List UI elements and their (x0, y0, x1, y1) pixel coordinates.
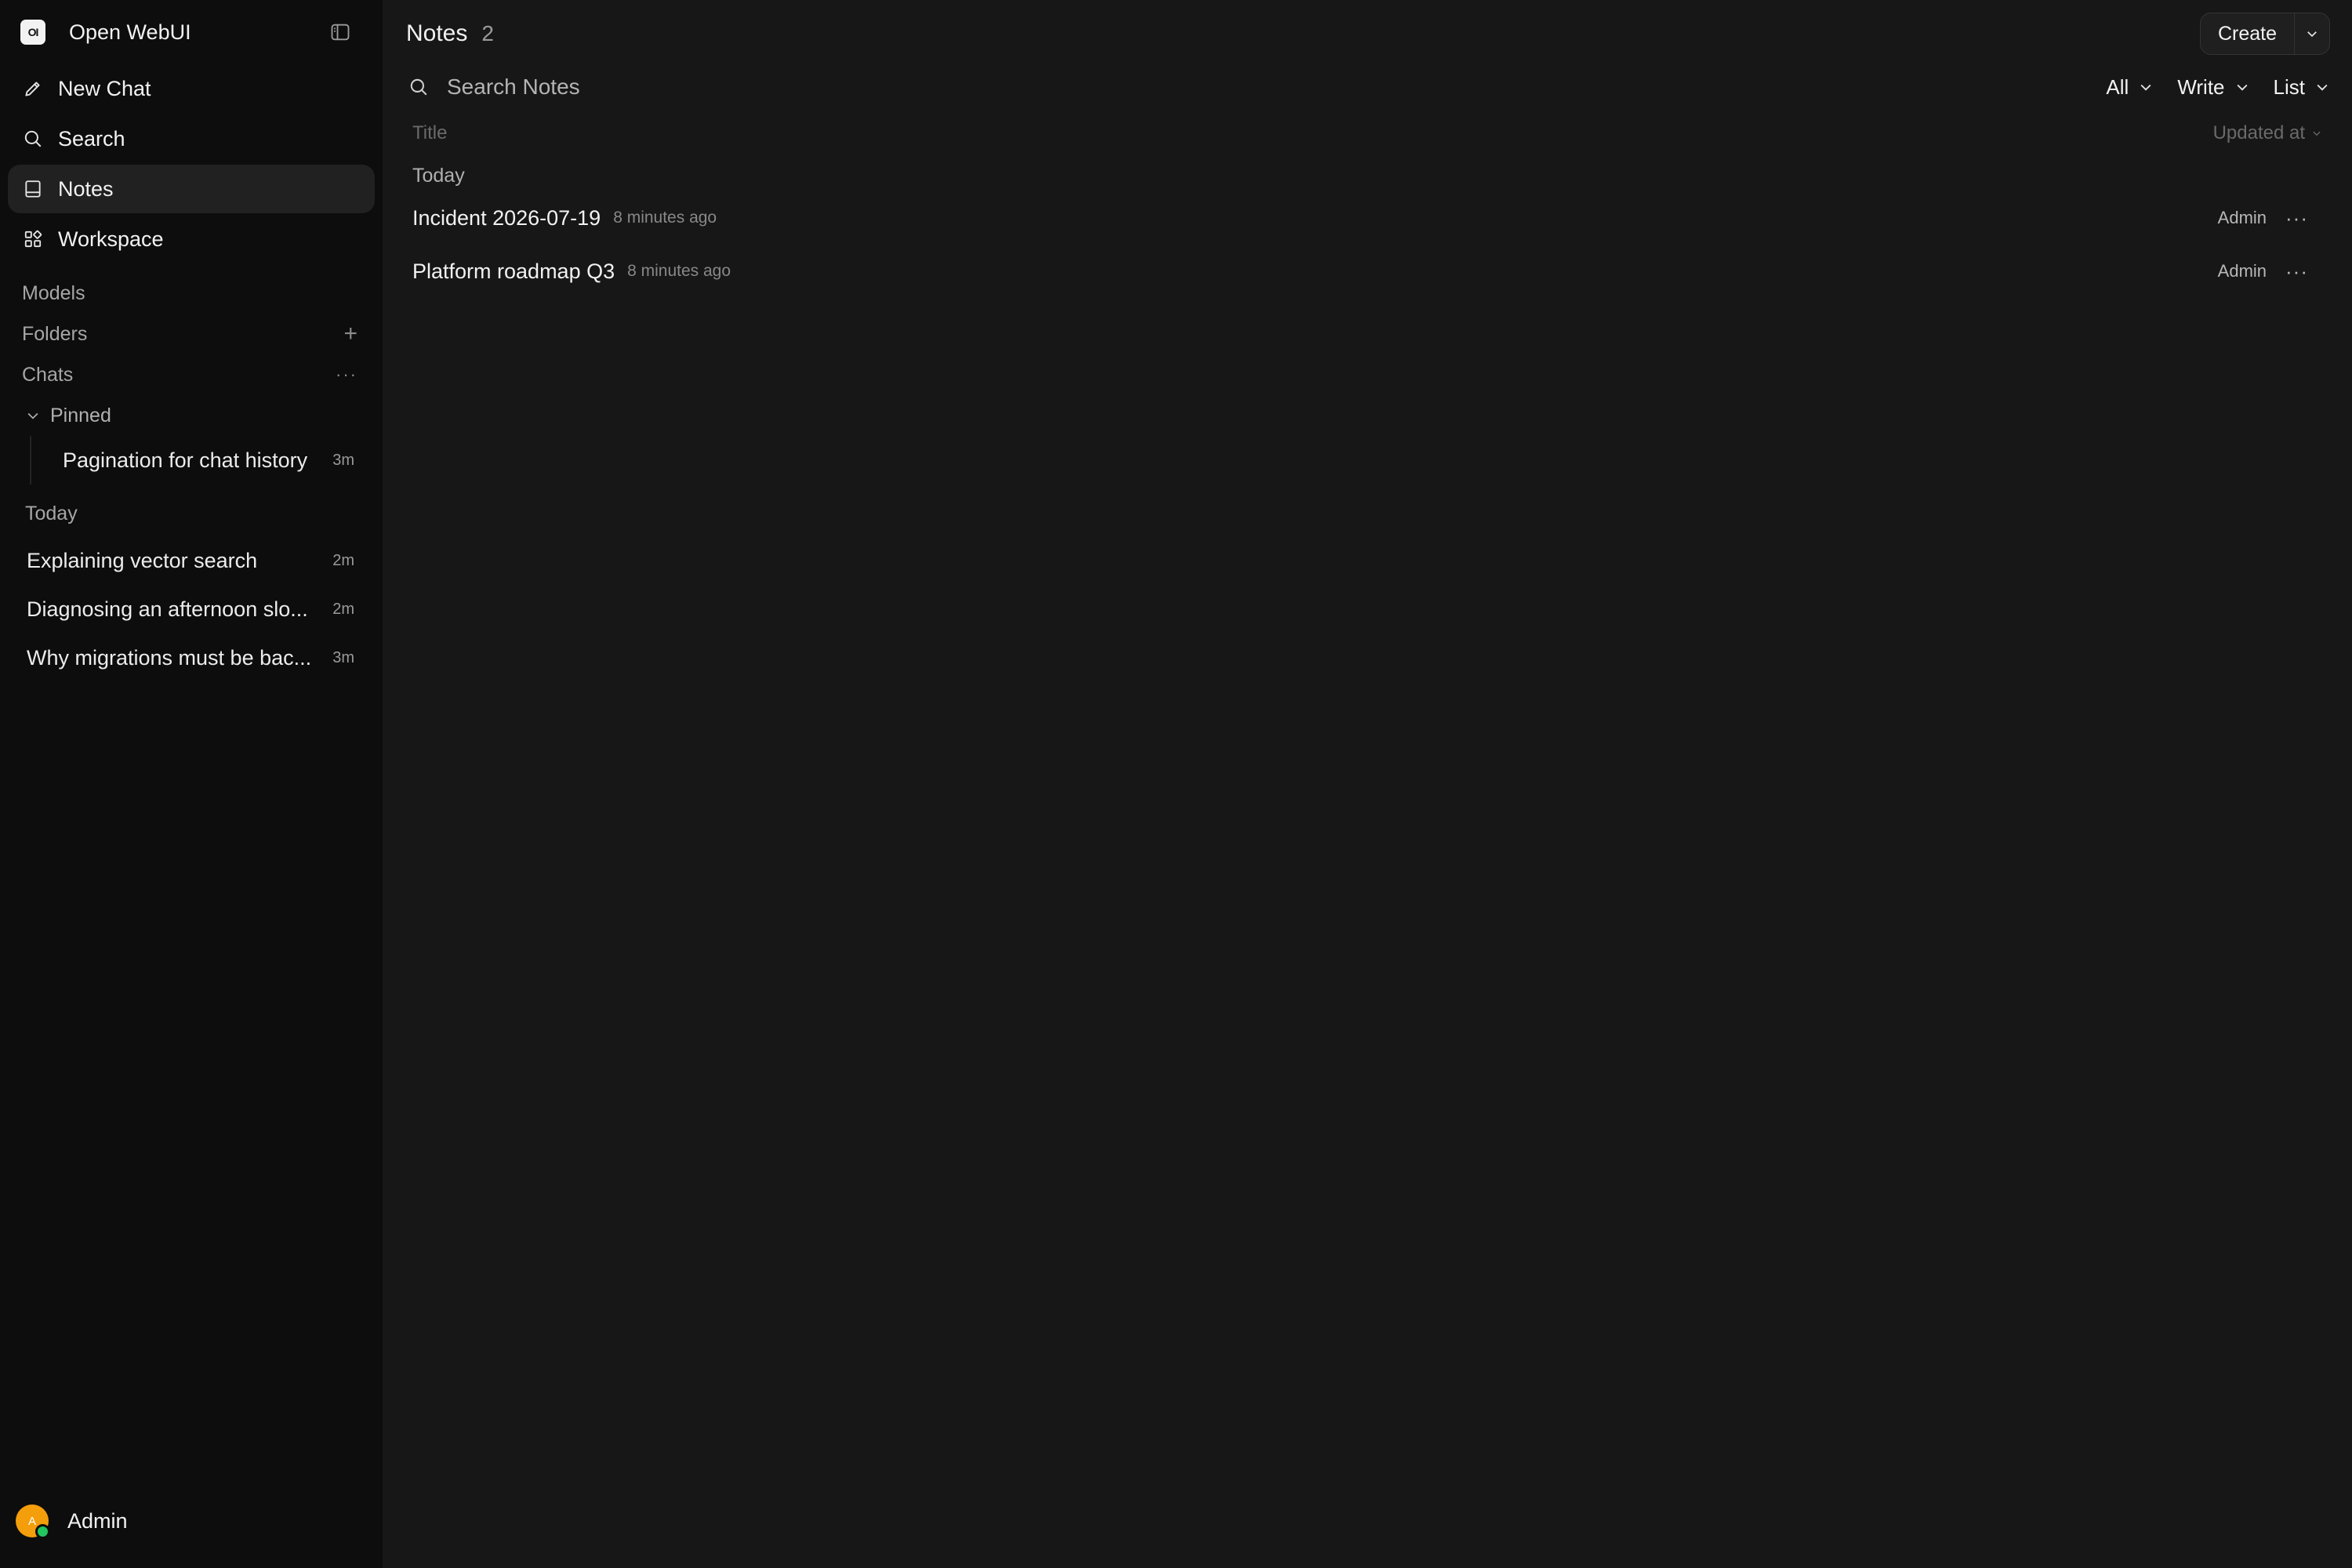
chevron-down-icon (25, 408, 41, 423)
app-name[interactable]: Open WebUI (69, 20, 191, 45)
note-title: Incident 2026-07-19 (412, 205, 601, 230)
chats-menu-button[interactable]: ··· (336, 365, 358, 385)
chat-age: 3m (332, 648, 354, 666)
group-label: Today (412, 164, 465, 187)
chat-title: Why migrations must be bac... (27, 645, 312, 670)
chat-age: 2m (332, 551, 354, 569)
sidebar-item-new-chat[interactable]: New Chat (8, 64, 375, 113)
sidebar: OI Open WebUI New Chat Search Notes Work… (0, 0, 383, 1568)
user-name: Admin (67, 1508, 128, 1533)
filter-label: All (2106, 74, 2129, 99)
sidebar-item-label: Search (58, 126, 125, 151)
sidebar-item-workspace[interactable]: Workspace (8, 215, 375, 263)
chevron-down-icon (2317, 84, 2328, 91)
avatar-initial: A (27, 1514, 36, 1528)
sidebar-section-models[interactable]: Models (8, 273, 375, 314)
search-icon (22, 128, 44, 150)
chat-title: Diagnosing an afternoon slo... (27, 597, 308, 621)
search-input[interactable] (447, 74, 2083, 100)
column-label: Updated at (2212, 122, 2305, 143)
pinned-list: Pagination for chat history 3m (30, 436, 375, 485)
section-label: Chats (22, 363, 74, 386)
sidebar-header: OI Open WebUI (8, 0, 375, 64)
column-updated-at[interactable]: Updated at (2213, 122, 2322, 144)
note-menu-button[interactable]: ··· (2285, 206, 2308, 230)
sidebar-item-notes[interactable]: Notes (8, 165, 375, 213)
notes-search-row: All Write List (406, 67, 2330, 107)
chat-item[interactable]: Explaining vector search 2m (8, 536, 375, 585)
sidebar-toggle-button[interactable] (325, 16, 356, 48)
note-row[interactable]: Incident 2026-07-19 8 minutes ago Admin … (406, 191, 2330, 245)
add-folder-button[interactable]: + (343, 321, 358, 347)
chat-item[interactable]: Why migrations must be bac... 3m (8, 633, 375, 682)
chevron-down-icon (2307, 31, 2317, 38)
chevron-down-icon (2237, 84, 2248, 91)
chat-title: Explaining vector search (27, 548, 258, 572)
section-label: Models (22, 281, 85, 304)
sidebar-item-search[interactable]: Search (8, 114, 375, 163)
column-title[interactable]: Title (412, 122, 447, 144)
filter-all-dropdown[interactable]: All (2106, 75, 2154, 100)
create-button[interactable]: Create (2201, 13, 2294, 54)
page-title: Notes (406, 20, 468, 46)
notes-header: Notes 2 Create (406, 0, 2330, 67)
chat-title: Pagination for chat history (63, 448, 308, 472)
chevron-down-icon (2313, 131, 2321, 136)
app-logo[interactable]: OI (20, 20, 45, 45)
section-label: Folders (22, 322, 88, 345)
sidebar-section-chats[interactable]: Chats ··· (8, 354, 375, 395)
sidebar-item-label: Notes (58, 176, 114, 201)
note-menu-button[interactable]: ··· (2285, 260, 2308, 284)
chevron-down-icon (2140, 84, 2151, 91)
filter-label: List (2273, 74, 2305, 99)
sidebar-item-label: New Chat (58, 76, 151, 100)
view-mode-dropdown[interactable]: List (2274, 75, 2330, 100)
online-status-dot (35, 1524, 50, 1539)
user-menu[interactable]: A Admin (0, 1474, 383, 1568)
create-options-button[interactable] (2294, 13, 2329, 54)
chat-age: 2m (332, 600, 354, 618)
sidebar-item-label: Workspace (58, 227, 164, 251)
note-owner: Admin (2217, 208, 2267, 227)
filter-bar: All Write List (2082, 75, 2330, 100)
sidebar-toggle-icon (331, 24, 350, 41)
notes-main: Notes 2 Create All (383, 0, 2352, 1568)
pencil-icon (22, 78, 44, 100)
note-timestamp: 8 minutes ago (627, 262, 731, 280)
chat-age: 3m (332, 451, 354, 469)
note-title: Platform roadmap Q3 (412, 259, 615, 283)
notes-column-header: Title Updated at (406, 107, 2330, 160)
grid-icon (22, 228, 44, 250)
notebook-icon (22, 178, 44, 200)
note-owner: Admin (2217, 261, 2267, 281)
search-icon (406, 74, 431, 100)
note-timestamp: 8 minutes ago (613, 209, 717, 227)
avatar: A (16, 1504, 50, 1539)
filter-label: Write (2177, 74, 2225, 99)
note-row[interactable]: Platform roadmap Q3 8 minutes ago Admin … (406, 245, 2330, 298)
pinned-toggle[interactable]: Pinned (8, 395, 375, 436)
create-button-group: Create (2199, 13, 2330, 55)
sidebar-section-folders[interactable]: Folders + (8, 314, 375, 354)
today-label: Today (25, 502, 78, 524)
filter-write-dropdown[interactable]: Write (2177, 75, 2249, 100)
notes-count: 2 (481, 21, 494, 45)
chat-item[interactable]: Pagination for chat history 3m (33, 436, 375, 485)
pinned-label: Pinned (50, 404, 111, 426)
chat-item[interactable]: Diagnosing an afternoon slo... 2m (8, 585, 375, 633)
